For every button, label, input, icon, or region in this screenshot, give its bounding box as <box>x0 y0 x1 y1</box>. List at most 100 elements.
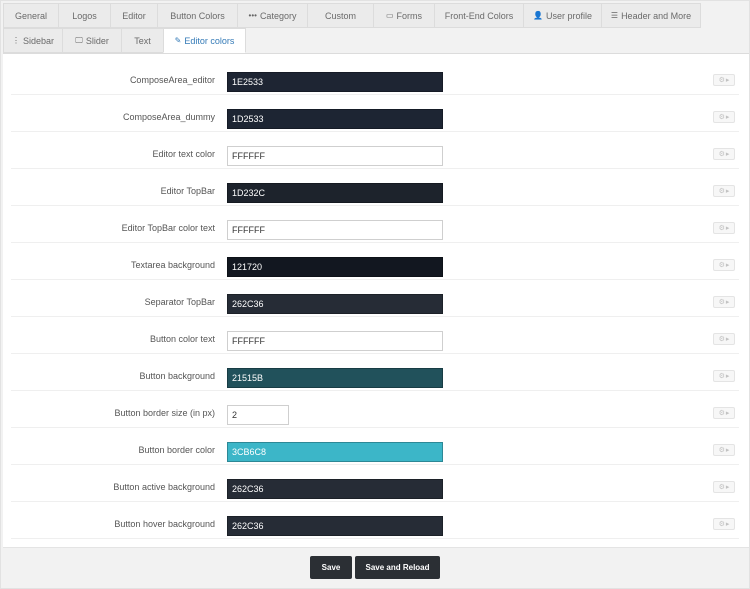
caret-right-icon: ▸ <box>725 188 730 195</box>
tab-logos[interactable]: Logos <box>58 3 110 28</box>
tab-text[interactable]: Text <box>121 28 163 53</box>
color-input[interactable]: 1E2533 <box>227 72 443 92</box>
tab-label: Header and More <box>621 10 692 21</box>
tab-editor[interactable]: Editor <box>110 3 157 28</box>
color-input[interactable]: FFFFFF <box>227 220 443 240</box>
cog-glyph: ⚙ <box>718 521 725 528</box>
caret-right-icon: ▸ <box>725 77 730 84</box>
tab-label: Sidebar <box>22 35 55 46</box>
cog-glyph: ⚙ <box>718 262 725 269</box>
tab-label: General <box>14 10 48 21</box>
gear-icon[interactable]: ⚙ ▸ <box>713 370 735 382</box>
gear-icon[interactable]: ⚙ ▸ <box>713 481 735 493</box>
tab-user-profile[interactable]: 👤 User profile <box>523 3 601 28</box>
cog-glyph: ⚙ <box>718 373 725 380</box>
gear-icon[interactable]: ⚙ ▸ <box>713 185 735 197</box>
tab-sidebar[interactable]: ⋮ Sidebar <box>3 28 62 53</box>
tab-front-end-colors[interactable]: Front-End Colors <box>434 3 523 28</box>
color-input[interactable]: FFFFFF <box>227 331 443 351</box>
gear-icon[interactable]: ⚙ ▸ <box>713 148 735 160</box>
caret-right-icon: ▸ <box>725 484 730 491</box>
caret-right-icon: ▸ <box>725 114 730 121</box>
field-row: ComposeArea_dummy 1D2533 ⚙ ▸ <box>11 95 739 132</box>
cog-glyph: ⚙ <box>718 151 725 158</box>
cog-glyph: ⚙ <box>718 484 725 491</box>
color-input[interactable]: 262C36 <box>227 294 443 314</box>
color-input[interactable]: 21515B <box>227 368 443 388</box>
field-label: Button active background <box>113 482 215 492</box>
field-label: ComposeArea_dummy <box>122 112 215 122</box>
tab-custom[interactable]: Custom <box>307 3 373 28</box>
color-input[interactable]: 262C36 <box>227 516 443 536</box>
tab-forms[interactable]: ▭ Forms <box>373 3 434 28</box>
tab-label: Slider <box>85 35 109 46</box>
caret-right-icon: ▸ <box>725 410 730 417</box>
save-and-reload-button[interactable]: Save and Reload <box>355 556 440 579</box>
field-label: Editor TopBar <box>160 186 215 196</box>
cog-glyph: ⚙ <box>718 188 725 195</box>
form-footer: Save Save and Reload <box>3 547 749 588</box>
tab-label: Text <box>134 35 151 46</box>
field-label: Editor TopBar color text <box>121 223 215 233</box>
field-label: ComposeArea_editor <box>129 75 215 85</box>
database-icon: ☰ <box>610 11 619 20</box>
color-input[interactable]: 3CB6C8 <box>227 442 443 462</box>
caret-right-icon: ▸ <box>725 447 730 454</box>
field-row: Button border color 3CB6C8 ⚙ ▸ <box>11 428 739 465</box>
field-row: Editor TopBar color text FFFFFF ⚙ ▸ <box>11 206 739 243</box>
tab-general[interactable]: General <box>3 3 58 28</box>
caret-right-icon: ▸ <box>725 373 730 380</box>
desktop-icon: 🖵 <box>75 35 83 45</box>
field-label: Button color text <box>149 334 215 344</box>
cog-glyph: ⚙ <box>718 299 725 306</box>
gear-icon[interactable]: ⚙ ▸ <box>713 296 735 308</box>
settings-panel: ComposeArea_editor 1E2533 ⚙ ▸ ComposeArea_du… <box>3 53 749 547</box>
tab-header-and-more[interactable]: ☰ Header and More <box>601 3 701 28</box>
caret-right-icon: ▸ <box>725 225 730 232</box>
cog-glyph: ⚙ <box>718 225 725 232</box>
tab-slider[interactable]: 🖵 Slider <box>62 28 121 53</box>
gear-icon[interactable]: ⚙ ▸ <box>713 333 735 345</box>
field-label: Button hover background <box>114 519 215 529</box>
tab-label: Logos <box>72 10 97 21</box>
field-row: ComposeArea_editor 1E2533 ⚙ ▸ <box>11 58 739 95</box>
field-row: Button active background 262C36 ⚙ ▸ <box>11 465 739 502</box>
field-row: Textarea background 121720 ⚙ ▸ <box>11 243 739 280</box>
tab-button-colors[interactable]: Button Colors <box>157 3 237 28</box>
color-input[interactable]: 1D2533 <box>227 109 443 129</box>
color-input[interactable]: 262C36 <box>227 479 443 499</box>
tab-label: Category <box>259 10 297 21</box>
tab-label: Front-End Colors <box>444 10 514 21</box>
tab-label: Forms <box>396 10 423 21</box>
number-input[interactable]: 2 <box>227 405 289 425</box>
gear-icon[interactable]: ⚙ ▸ <box>713 111 735 123</box>
tab-label: Button Colors <box>170 10 225 21</box>
field-row: Button color text FFFFFF ⚙ ▸ <box>11 317 739 354</box>
gear-icon[interactable]: ⚙ ▸ <box>713 222 735 234</box>
tab-label: User profile <box>545 10 592 21</box>
color-input[interactable]: FFFFFF <box>227 146 443 166</box>
color-input[interactable]: 121720 <box>227 257 443 277</box>
cog-glyph: ⚙ <box>718 114 725 121</box>
tab-label: Custom <box>324 10 356 21</box>
gear-icon[interactable]: ⚙ ▸ <box>713 444 735 456</box>
gear-icon[interactable]: ⚙ ▸ <box>713 407 735 419</box>
caret-right-icon: ▸ <box>725 521 730 528</box>
tab-editor-colors[interactable]: ✎ Editor colors <box>163 28 246 53</box>
caret-right-icon: ▸ <box>725 299 730 306</box>
save-button[interactable]: Save <box>310 556 352 579</box>
gear-icon[interactable]: ⚙ ▸ <box>713 259 735 271</box>
color-input[interactable]: 1D232C <box>227 183 443 203</box>
gear-icon[interactable]: ⚙ ▸ <box>713 74 735 86</box>
field-label: Textarea background <box>130 260 215 270</box>
field-label: Editor text color <box>152 149 215 159</box>
tab-label: Editor colors <box>184 35 235 46</box>
cog-glyph: ⚙ <box>718 447 725 454</box>
tab-label: Editor <box>122 10 146 21</box>
form-icon: ▭ <box>385 11 394 20</box>
tab-category[interactable]: ••• Category <box>237 3 307 28</box>
field-row: Separator TopBar 262C36 ⚙ ▸ <box>11 280 739 317</box>
gear-icon[interactable]: ⚙ ▸ <box>713 518 735 530</box>
cog-glyph: ⚙ <box>718 410 725 417</box>
field-row: Button border size (in px) 2 ⚙ ▸ <box>11 391 739 428</box>
